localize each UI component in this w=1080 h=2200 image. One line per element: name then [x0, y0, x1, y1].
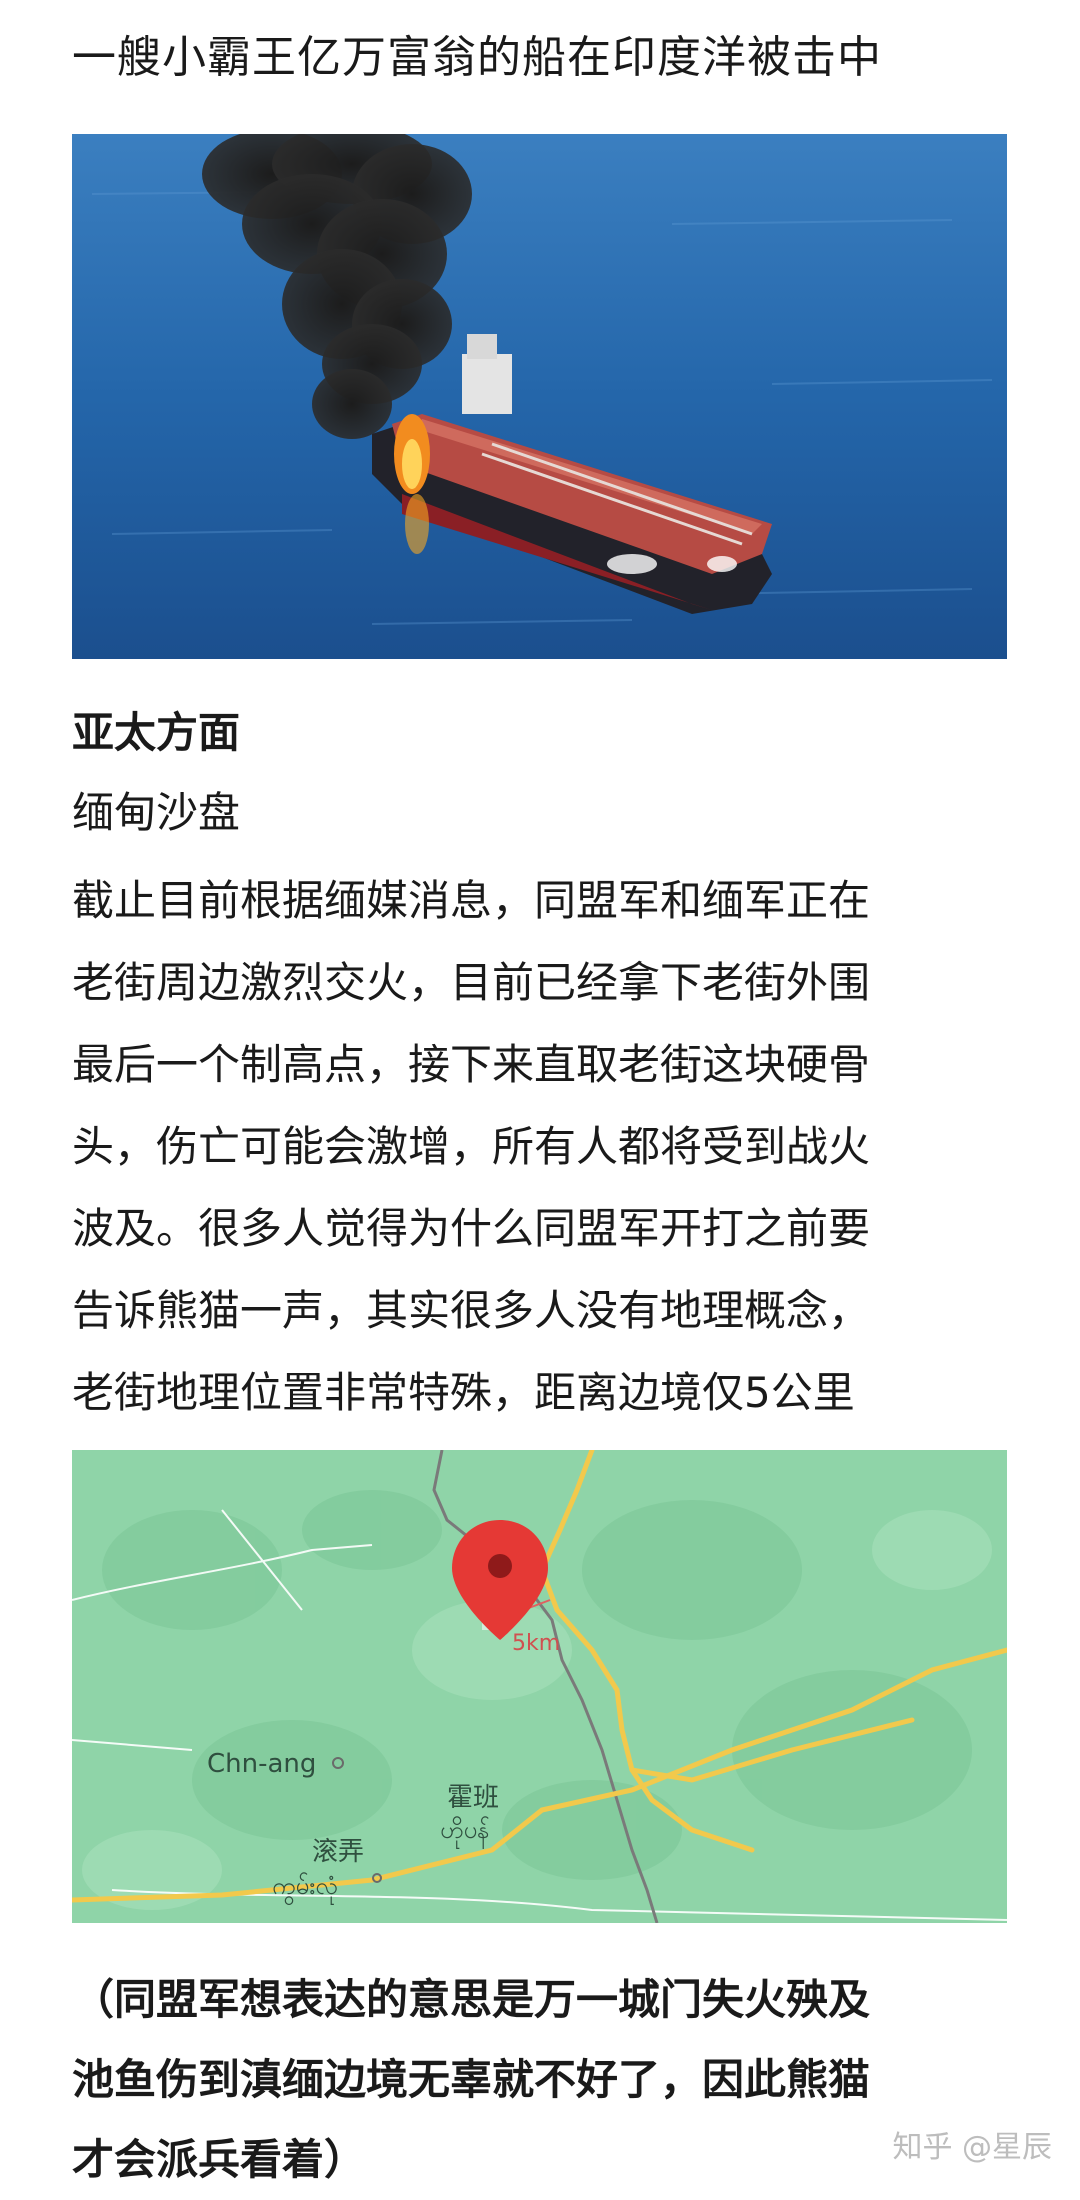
- place-label-hoban-mm: ဟိုပန်: [440, 1815, 490, 1849]
- sub-title: 缅甸沙盘: [72, 788, 241, 837]
- screen: 一艘小霸王亿万富翁的船在印度洋被击中 亚太方面 缅甸沙盘 截止目前根据缅媒消息，…: [0, 0, 1080, 2190]
- paragraph-line: 头，伤亡可能会激增，所有人都将受到战火: [72, 1122, 871, 1171]
- article-headline: 一艘小霸王亿万富翁的船在印度洋被击中: [72, 32, 882, 83]
- map-caption: （同盟军想表达的意思是万一城门失火殃及 池鱼伤到滇缅边境无辜就不好了，因此熊猫 …: [72, 1960, 1017, 2200]
- burning-ship-image[interactable]: [72, 134, 1007, 659]
- place-label-chn-ang: Chn-ang: [207, 1749, 316, 1779]
- caption-line: 池鱼伤到滇缅边境无辜就不好了，因此熊猫: [72, 2055, 871, 2104]
- caption-line: （同盟军想表达的意思是万一城门失火殃及: [72, 1975, 871, 2024]
- paragraph-line: 截止目前根据缅媒消息，同盟军和缅军正在: [72, 876, 871, 925]
- border-map-image[interactable]: 5km Chn-ang 霍班 ဟိုပန် 滚弄 ကွမ်းလုံ: [72, 1450, 1007, 1923]
- section-title: 亚太方面: [72, 708, 241, 757]
- paragraph-line: 老街周边激烈交火，目前已经拿下老街外围: [72, 958, 871, 1007]
- distance-annotation: 5km: [512, 1631, 560, 1656]
- source-watermark: 知乎 @星辰: [892, 2130, 1052, 2165]
- paragraph-line: 老街地理位置非常特殊，距离边境仅5公里: [72, 1368, 855, 1417]
- paragraph-line: 最后一个制高点，接下来直取老街这块硬骨: [72, 1040, 871, 1089]
- ship-photo-art: [72, 134, 1007, 659]
- map-art: 5km Chn-ang 霍班 ဟိုပန် 滚弄 ကွမ်းလုံ: [72, 1450, 1007, 1923]
- place-label-hoban-cn: 霍班: [447, 1783, 499, 1813]
- article-paragraph: 截止目前根据缅媒消息，同盟军和缅军正在 老街周边激烈交火，目前已经拿下老街外围 …: [72, 860, 1017, 1434]
- paragraph-line: 告诉熊猫一声，其实很多人没有地理概念，: [72, 1286, 871, 1335]
- paragraph-line: 波及。很多人觉得为什么同盟军开打之前要: [72, 1204, 871, 1253]
- place-label-gunnong-cn: 滚弄: [312, 1837, 364, 1867]
- caption-line: 才会派兵看着）: [72, 2135, 367, 2184]
